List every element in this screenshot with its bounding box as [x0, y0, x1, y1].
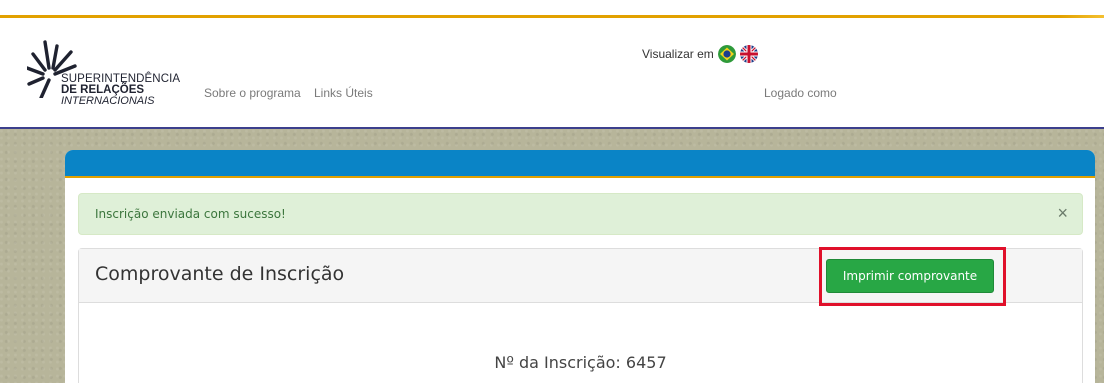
card-title: Comprovante de Inscrição [95, 263, 345, 285]
language-selector: Visualizar em [642, 45, 758, 63]
nav-links-uteis[interactable]: Links Úteis [314, 86, 373, 100]
language-label: Visualizar em [642, 47, 714, 61]
logo[interactable]: SUPERINTENDÊNCIA DE RELAÇÕES INTERNACION… [27, 38, 207, 138]
site-header: SUPERINTENDÊNCIA DE RELAÇÕES INTERNACION… [0, 18, 1104, 128]
alert-message: Inscrição enviada com sucesso! [95, 207, 286, 221]
highlight-box [819, 247, 1006, 306]
panel-header-accent [65, 176, 1095, 178]
registration-number: Nº da Inscrição: 6457 [494, 353, 667, 372]
panel-header-bar [65, 150, 1095, 176]
logged-in-as: Logado como [764, 86, 837, 100]
main-panel: Inscrição enviada com sucesso! × Comprov… [65, 150, 1095, 383]
nav-sobre-o-programa[interactable]: Sobre o programa [204, 86, 301, 100]
close-icon[interactable]: × [1057, 203, 1068, 224]
uk-flag-icon[interactable] [739, 45, 758, 63]
brazil-flag-icon[interactable] [717, 45, 736, 63]
logo-text: SUPERINTENDÊNCIA DE RELAÇÕES INTERNACION… [61, 73, 180, 107]
logo-line-3: INTERNACIONAIS [61, 95, 155, 107]
success-alert: Inscrição enviada com sucesso! × [78, 193, 1083, 235]
